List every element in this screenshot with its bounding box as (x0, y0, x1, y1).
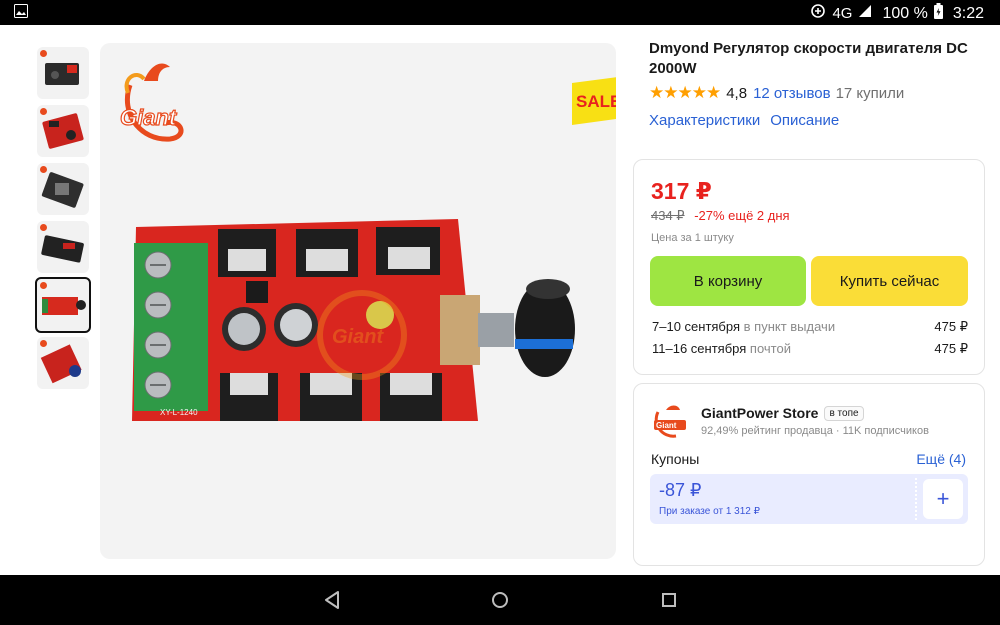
old-price: 434 ₽ (651, 208, 685, 223)
delivery-method: в пункт выдачи (743, 319, 836, 334)
add-to-cart-button[interactable]: В корзину (650, 256, 806, 306)
store-logo[interactable]: Giant (650, 402, 690, 442)
recents-icon[interactable] (658, 589, 680, 611)
current-price: 317 ₽ (651, 178, 712, 204)
thumbnail-4[interactable] (37, 221, 89, 273)
price-card: 317 ₽ 434 ₽ -27% ещё 2 дня Цена за 1 шту… (633, 159, 985, 375)
buy-now-button[interactable]: Купить сейчас (811, 256, 968, 306)
rating-row: ★★★★★ 4,8 12 отзывов 17 купили (649, 83, 979, 103)
delivery-method: почтой (749, 341, 791, 356)
delivery-option-2[interactable]: 11–16 сентября почтой 475 ₽ (652, 341, 968, 357)
delivery-price: 475 ₽ (934, 341, 968, 356)
product-info: Dmyond Регулятор скорости двигателя DC 2… (649, 39, 979, 129)
coupons-more-link[interactable]: Ещё (4) (916, 451, 966, 467)
pcb-board: XY-L-1240 (132, 219, 575, 421)
back-icon[interactable] (321, 589, 343, 611)
store-name-row[interactable]: GiantPower Store в топе (701, 405, 864, 421)
product-title: Dmyond Регулятор скорости двигателя DC 2… (649, 40, 968, 77)
delivery-option-1[interactable]: 7–10 сентября в пункт выдачи 475 ₽ (652, 319, 968, 335)
add-coupon-button[interactable]: + (923, 479, 963, 519)
signal-icon (858, 4, 872, 23)
sale-badge: SALE (572, 77, 616, 125)
product-image[interactable]: Giant SALE XY-L-1240 Giant (100, 43, 616, 559)
battery-level: 100 % (882, 4, 928, 22)
thumbnail-1[interactable] (37, 47, 89, 99)
store-meta: 92,49% рейтинг продавца · 11K подписчико… (701, 425, 929, 437)
data-saver-icon (810, 3, 826, 24)
home-icon[interactable] (489, 589, 511, 611)
coupons-label: Купоны (651, 451, 700, 467)
coupon-amount: -87 ₽ (659, 480, 702, 500)
thumbnail-3[interactable] (37, 163, 89, 215)
svg-text:XY-L-1240: XY-L-1240 (160, 408, 198, 417)
delivery-price: 475 ₽ (934, 319, 968, 334)
old-price-row: 434 ₽ -27% ещё 2 дня (651, 208, 790, 224)
thumbnail-2[interactable] (37, 105, 89, 157)
bought-count: 17 купили (835, 84, 905, 102)
coupon-condition: При заказе от 1 312 ₽ (659, 506, 760, 517)
top-badge: в топе (824, 405, 864, 421)
info-tabs: Характеристики Описание (649, 112, 979, 129)
coupon[interactable]: -87 ₽ При заказе от 1 312 ₽ + (650, 474, 968, 524)
svg-text:SALE: SALE (576, 92, 616, 111)
product-page: Giant SALE XY-L-1240 Giant Dmyond Регуля… (0, 25, 1000, 575)
coupon-divider (915, 478, 917, 520)
delivery-date: 7–10 сентября (652, 319, 741, 334)
tab-characteristics[interactable]: Характеристики (649, 112, 760, 129)
brand-logo: Giant (119, 63, 184, 142)
star-rating-icon: ★★★★★ (649, 83, 721, 102)
reviews-link[interactable]: 12 отзывов (753, 85, 831, 102)
navigation-bar (0, 575, 1000, 625)
delivery-date: 11–16 сентября (652, 341, 747, 356)
thumbnail-list (35, 47, 91, 395)
status-bar: 4G 100 % 3:22 (0, 0, 1000, 25)
svg-text:Giant: Giant (332, 326, 384, 348)
clock: 3:22 (952, 4, 984, 22)
store-card: Giant GiantPower Store в топе 92,49% рей… (633, 383, 985, 566)
network-type: 4G (832, 5, 853, 22)
image-notification-icon (14, 4, 28, 23)
thumbnail-5-selected[interactable] (35, 277, 91, 333)
discount-label: -27% ещё 2 дня (694, 208, 790, 223)
rating-value: 4,8 (726, 84, 748, 102)
svg-text:Giant: Giant (656, 421, 677, 430)
svg-text:Giant: Giant (120, 105, 178, 130)
thumbnail-6[interactable] (37, 337, 89, 389)
tab-description[interactable]: Описание (770, 112, 839, 129)
store-name: GiantPower Store (701, 405, 819, 421)
battery-icon (933, 3, 943, 24)
per-unit-note: Цена за 1 штуку (651, 232, 734, 244)
